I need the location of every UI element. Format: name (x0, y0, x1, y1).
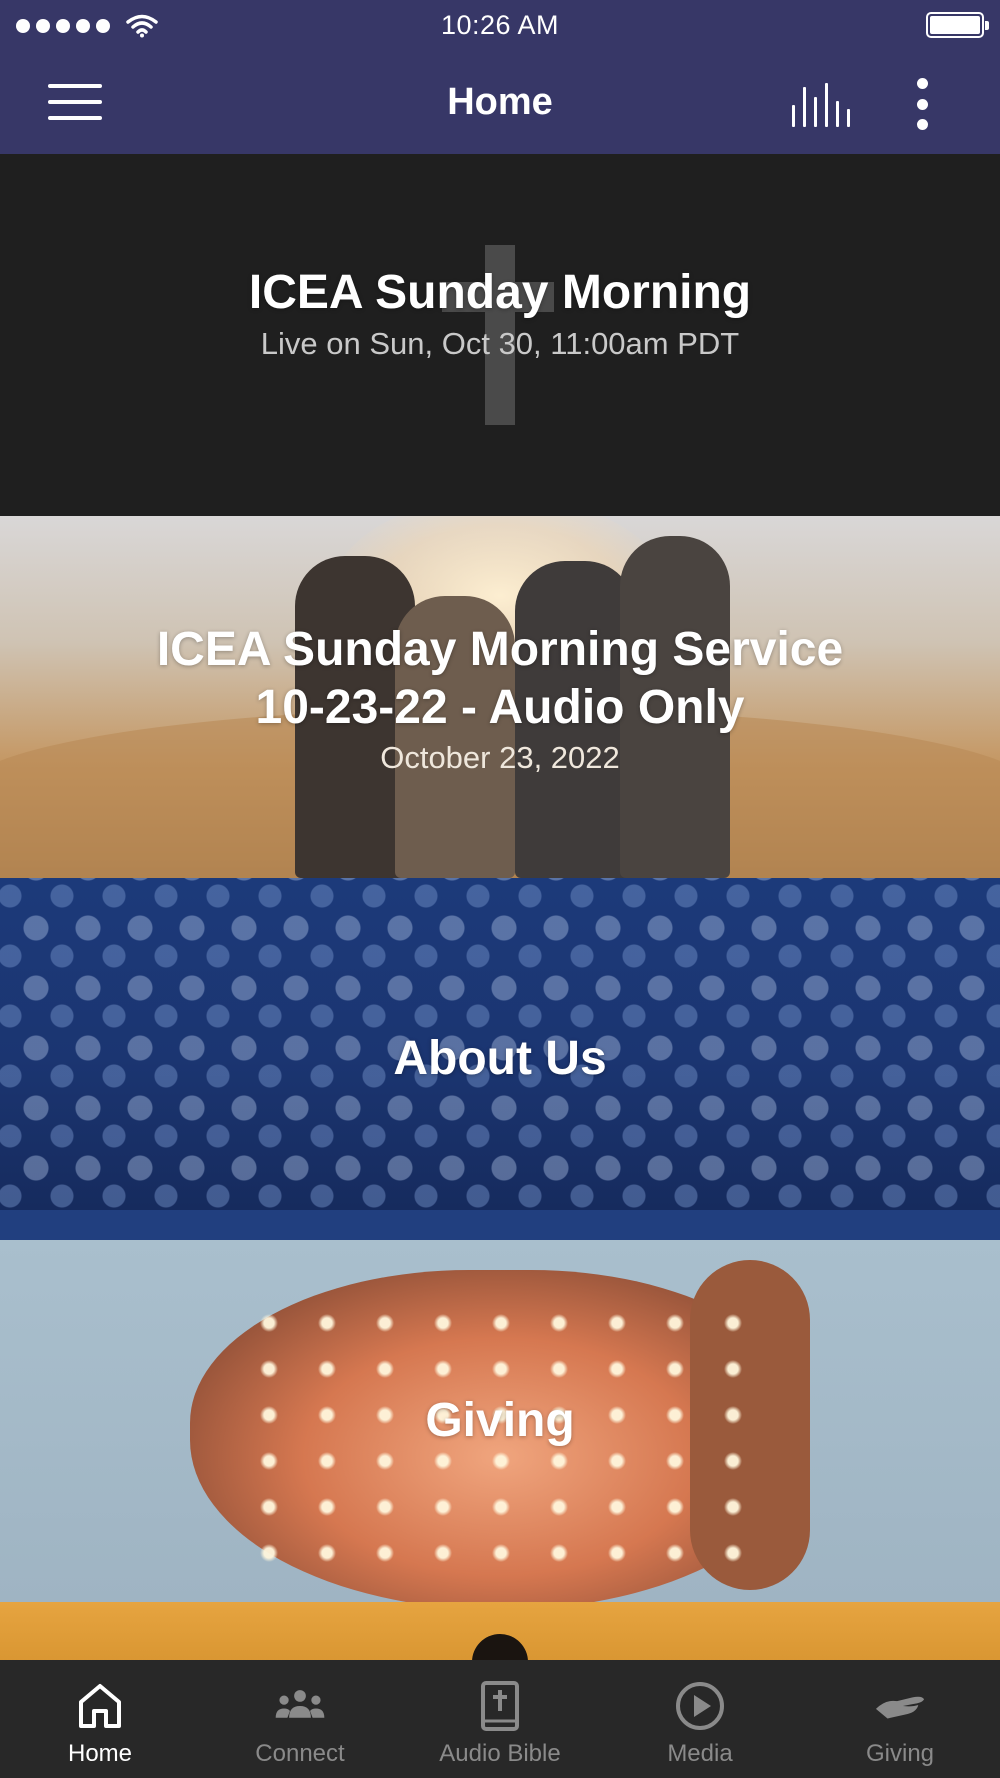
tab-audio-bible[interactable]: Audio Bible (400, 1660, 600, 1778)
battery-icon (926, 12, 989, 38)
tab-label: Media (667, 1740, 733, 1767)
app-bar: Home (0, 50, 1000, 154)
bible-icon (474, 1680, 526, 1732)
signal-dot (76, 19, 90, 33)
giving-hand-icon (874, 1680, 926, 1732)
signal-dot (36, 19, 50, 33)
hamburger-menu-icon[interactable] (48, 84, 104, 122)
tab-home[interactable]: Home (0, 1660, 200, 1778)
status-bar: 10:26 AM (0, 0, 1000, 50)
signal-dot (16, 19, 30, 33)
next-card-peek[interactable] (0, 1602, 1000, 1662)
tab-label: Home (67, 1740, 133, 1767)
home-icon (74, 1680, 126, 1732)
more-vertical-icon[interactable] (914, 78, 930, 130)
card-title: About Us (393, 1032, 607, 1086)
card-title: Giving (425, 1394, 575, 1448)
tab-giving[interactable]: Giving (800, 1660, 1000, 1778)
tab-media[interactable]: Media (600, 1660, 800, 1778)
tab-label: Giving (865, 1740, 935, 1767)
status-time: 10:26 AM (440, 9, 560, 40)
signal-dot (96, 19, 110, 33)
signal-strength (16, 14, 158, 38)
people-group-icon (274, 1680, 326, 1732)
signal-dot (56, 19, 70, 33)
about-us-card[interactable]: About Us (0, 878, 1000, 1240)
card-subtitle: October 23, 2022 (380, 740, 620, 776)
bottom-tab-bar: Home Connect Audio Bible Media Giving (0, 1660, 1000, 1778)
card-title: ICEA Sunday Morning (248, 266, 752, 319)
audio-bars-icon[interactable] (792, 83, 850, 127)
page-title: Home (447, 80, 553, 123)
wifi-icon (126, 14, 158, 38)
tab-label: Connect (255, 1740, 345, 1767)
giving-card[interactable]: Giving (0, 1240, 1000, 1602)
tab-connect[interactable]: Connect (200, 1660, 400, 1778)
card-title: ICEA Sunday Morning Service 10-23-22 - A… (156, 623, 844, 734)
card-subtitle: Live on Sun, Oct 30, 11:00am PDT (260, 325, 740, 361)
media-item-card[interactable]: ICEA Sunday Morning Service 10-23-22 - A… (0, 516, 1000, 878)
play-circle-icon (674, 1680, 726, 1732)
live-event-card[interactable]: ICEA Sunday Morning Live on Sun, Oct 30,… (0, 154, 1000, 516)
tab-label: Audio Bible (439, 1740, 561, 1767)
